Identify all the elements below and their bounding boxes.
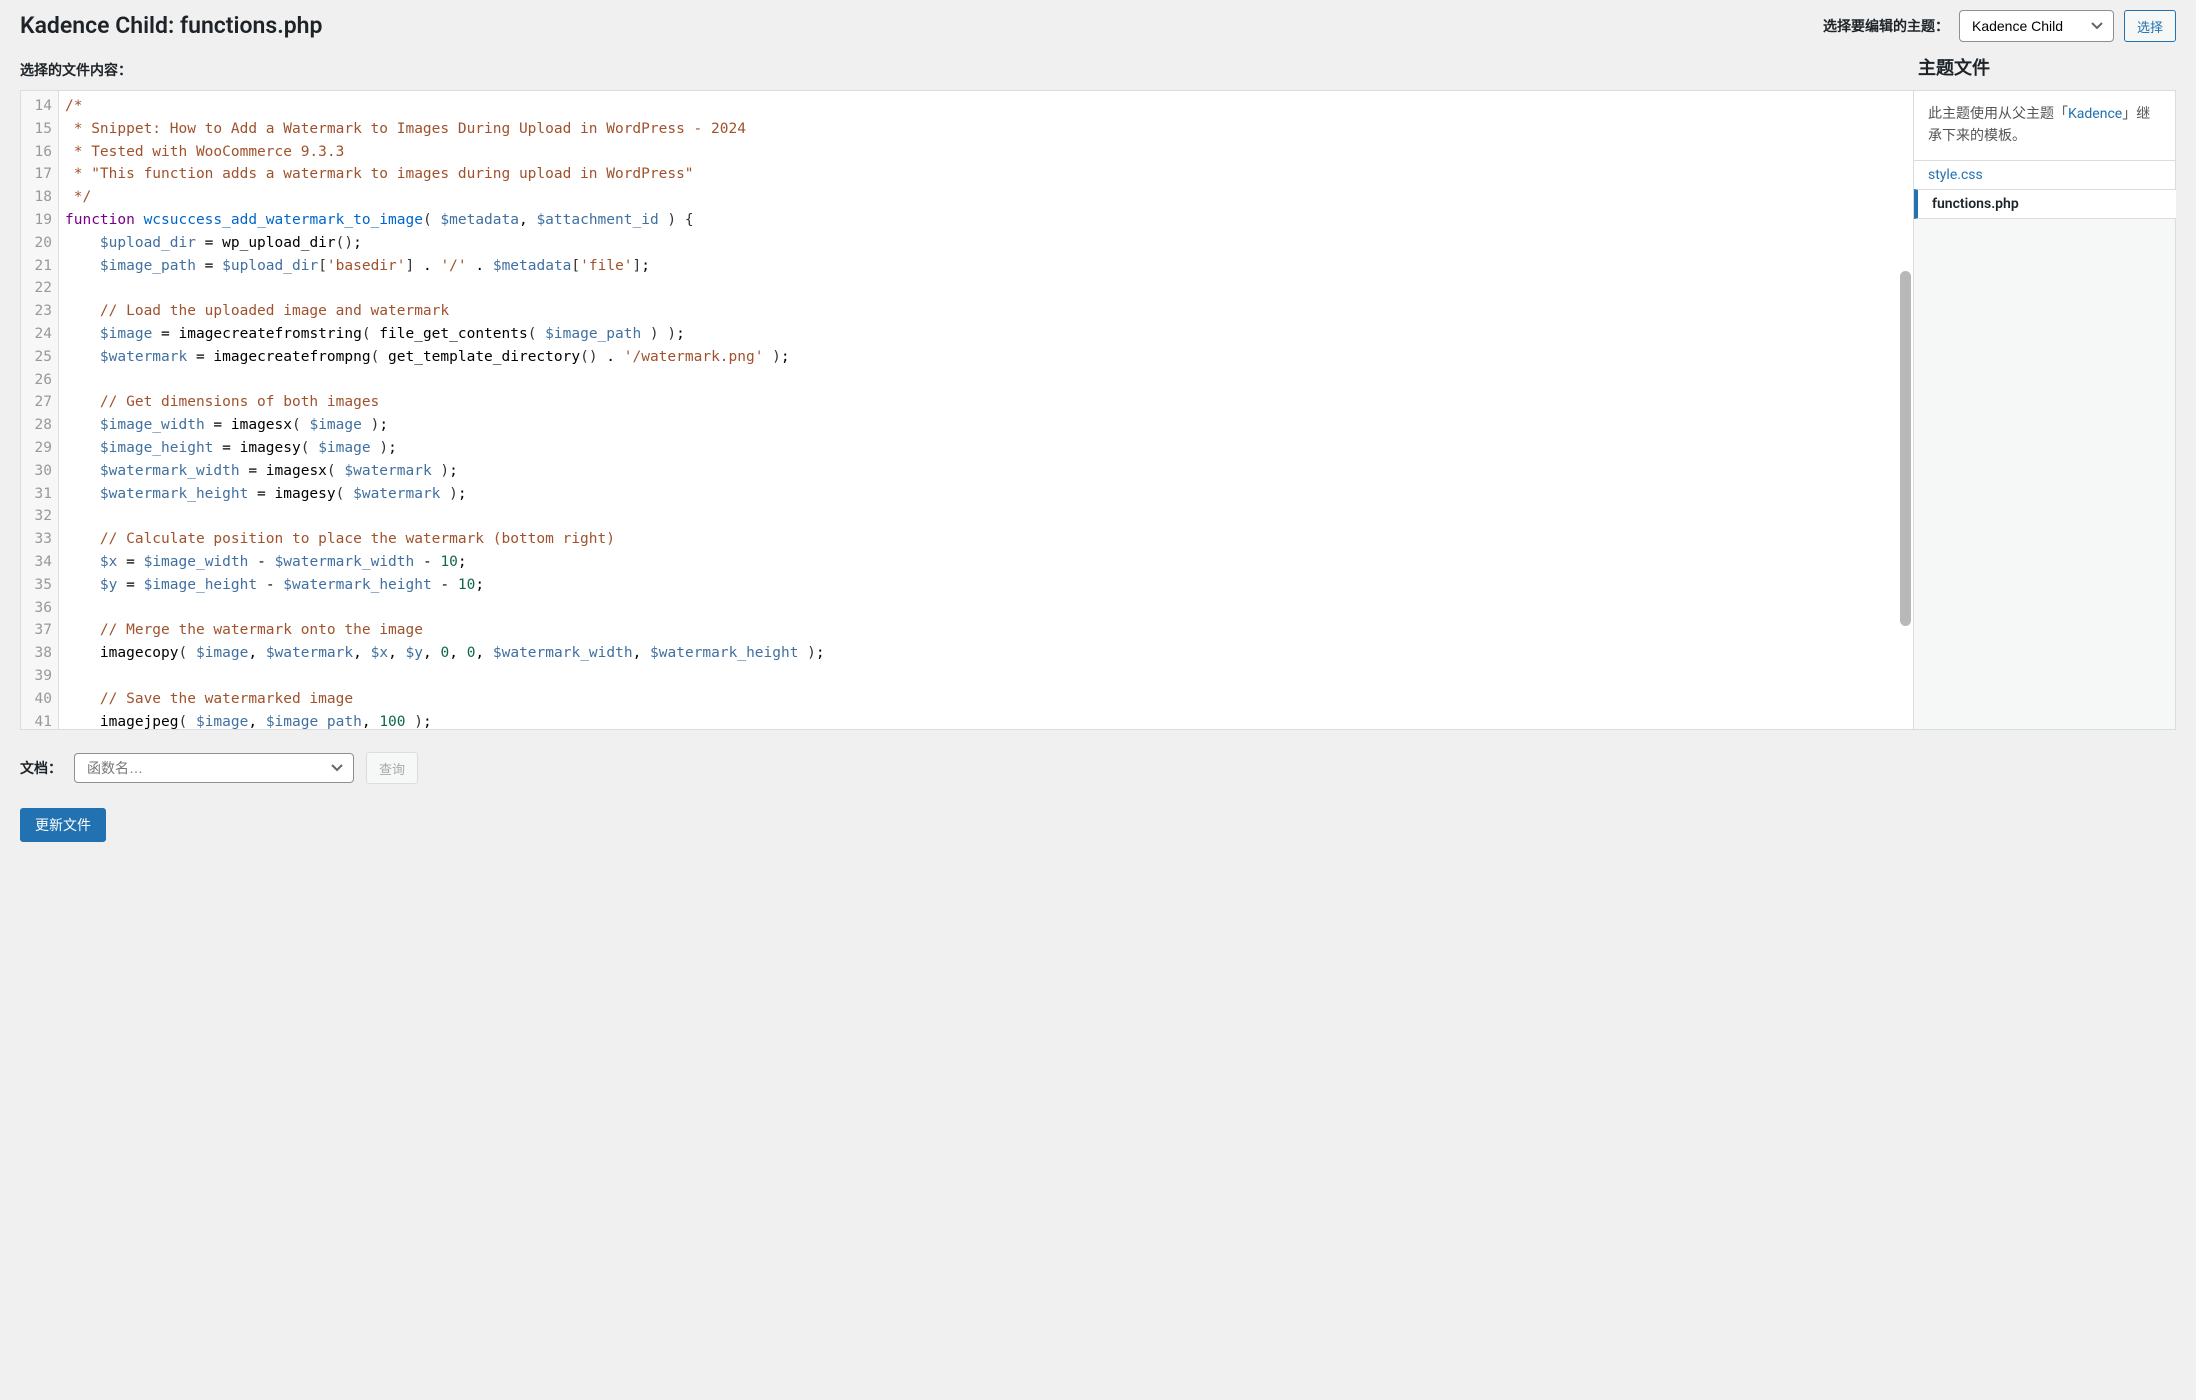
- update-file-button[interactable]: 更新文件: [20, 808, 106, 842]
- code-line[interactable]: [65, 665, 1913, 688]
- docs-label: 文档：: [20, 758, 62, 778]
- code-line[interactable]: $watermark_height = imagesy( $watermark …: [65, 483, 1913, 506]
- file-item-style-css[interactable]: style.css: [1914, 161, 2175, 189]
- line-number: 28: [27, 414, 52, 437]
- line-number: 18: [27, 186, 52, 209]
- code-line[interactable]: [65, 597, 1913, 620]
- line-number: 23: [27, 300, 52, 323]
- scrollbar-track[interactable]: [1900, 93, 1911, 727]
- code-line[interactable]: $y = $image_height - $watermark_height -…: [65, 574, 1913, 597]
- code-line[interactable]: * "This function adds a watermark to ima…: [65, 163, 1913, 186]
- code-line[interactable]: // Save the watermarked image: [65, 688, 1913, 711]
- code-line[interactable]: function wcsuccess_add_watermark_to_imag…: [65, 209, 1913, 232]
- line-number: 34: [27, 551, 52, 574]
- code-editor[interactable]: 1415161718192021222324252627282930313233…: [20, 90, 1914, 730]
- line-number: 39: [27, 665, 52, 688]
- line-number: 36: [27, 597, 52, 620]
- code-line[interactable]: $image = imagecreatefromstring( file_get…: [65, 323, 1913, 346]
- line-number: 19: [27, 209, 52, 232]
- code-textarea[interactable]: /* * Snippet: How to Add a Watermark to …: [59, 91, 1913, 729]
- code-line[interactable]: $x = $image_width - $watermark_width - 1…: [65, 551, 1913, 574]
- docs-function-select[interactable]: 函数名…: [74, 753, 354, 783]
- theme-selector-label: 选择要编辑的主题：: [1823, 16, 1949, 36]
- line-number: 33: [27, 528, 52, 551]
- line-number: 29: [27, 437, 52, 460]
- line-number: 31: [27, 483, 52, 506]
- code-line[interactable]: $image_width = imagesx( $image );: [65, 414, 1913, 437]
- scrollbar-thumb[interactable]: [1900, 271, 1911, 626]
- code-line[interactable]: // Merge the watermark onto the image: [65, 619, 1913, 642]
- code-line[interactable]: $upload_dir = wp_upload_dir();: [65, 232, 1913, 255]
- code-line[interactable]: // Calculate position to place the water…: [65, 528, 1913, 551]
- line-number: 21: [27, 255, 52, 278]
- code-line[interactable]: [65, 505, 1913, 528]
- line-number: 27: [27, 391, 52, 414]
- line-number: 20: [27, 232, 52, 255]
- code-line[interactable]: */: [65, 186, 1913, 209]
- file-content-label: 选择的文件内容：: [20, 60, 132, 80]
- code-line[interactable]: * Tested with WooCommerce 9.3.3: [65, 141, 1913, 164]
- line-number: 32: [27, 505, 52, 528]
- line-number-gutter: 1415161718192021222324252627282930313233…: [21, 91, 59, 729]
- line-number: 35: [27, 574, 52, 597]
- code-line[interactable]: [65, 369, 1913, 392]
- line-number: 30: [27, 460, 52, 483]
- theme-files-sidebar: 此主题使用从父主题「Kadence」继承下来的模板。 style.cssfunc…: [1914, 90, 2176, 730]
- line-number: 14: [27, 95, 52, 118]
- code-line[interactable]: // Load the uploaded image and watermark: [65, 300, 1913, 323]
- theme-select[interactable]: Kadence Child: [1959, 10, 2114, 42]
- parent-theme-link[interactable]: Kadence: [2068, 106, 2122, 122]
- line-number: 37: [27, 619, 52, 642]
- code-line[interactable]: // Get dimensions of both images: [65, 391, 1913, 414]
- theme-files-heading: 主题文件: [1914, 54, 2176, 80]
- file-item-functions-php[interactable]: functions.php: [1914, 189, 2176, 219]
- line-number: 15: [27, 118, 52, 141]
- line-number: 40: [27, 688, 52, 711]
- line-number: 17: [27, 163, 52, 186]
- page-title: Kadence Child: functions.php: [20, 11, 322, 41]
- line-number: 41: [27, 711, 52, 730]
- line-number: 26: [27, 369, 52, 392]
- code-line[interactable]: * Snippet: How to Add a Watermark to Ima…: [65, 118, 1913, 141]
- line-number: 24: [27, 323, 52, 346]
- docs-lookup-button[interactable]: 查询: [366, 752, 418, 784]
- file-list: style.cssfunctions.php: [1914, 161, 2175, 219]
- code-line[interactable]: $watermark_width = imagesx( $watermark )…: [65, 460, 1913, 483]
- code-line[interactable]: $watermark = imagecreatefrompng( get_tem…: [65, 346, 1913, 369]
- line-number: 16: [27, 141, 52, 164]
- code-line[interactable]: $image_height = imagesy( $image );: [65, 437, 1913, 460]
- line-number: 25: [27, 346, 52, 369]
- line-number: 38: [27, 642, 52, 665]
- parent-theme-note: 此主题使用从父主题「Kadence」继承下来的模板。: [1914, 91, 2175, 161]
- code-line[interactable]: $image_path = $upload_dir['basedir'] . '…: [65, 255, 1913, 278]
- line-number: 22: [27, 277, 52, 300]
- theme-selector: 选择要编辑的主题： Kadence Child 选择: [1823, 10, 2176, 42]
- code-line[interactable]: /*: [65, 95, 1913, 118]
- code-line[interactable]: imagecopy( $image, $watermark, $x, $y, 0…: [65, 642, 1913, 665]
- code-line[interactable]: imagejpeg( $image, $image_path, 100 );: [65, 711, 1913, 729]
- select-theme-button[interactable]: 选择: [2124, 10, 2176, 42]
- code-line[interactable]: [65, 277, 1913, 300]
